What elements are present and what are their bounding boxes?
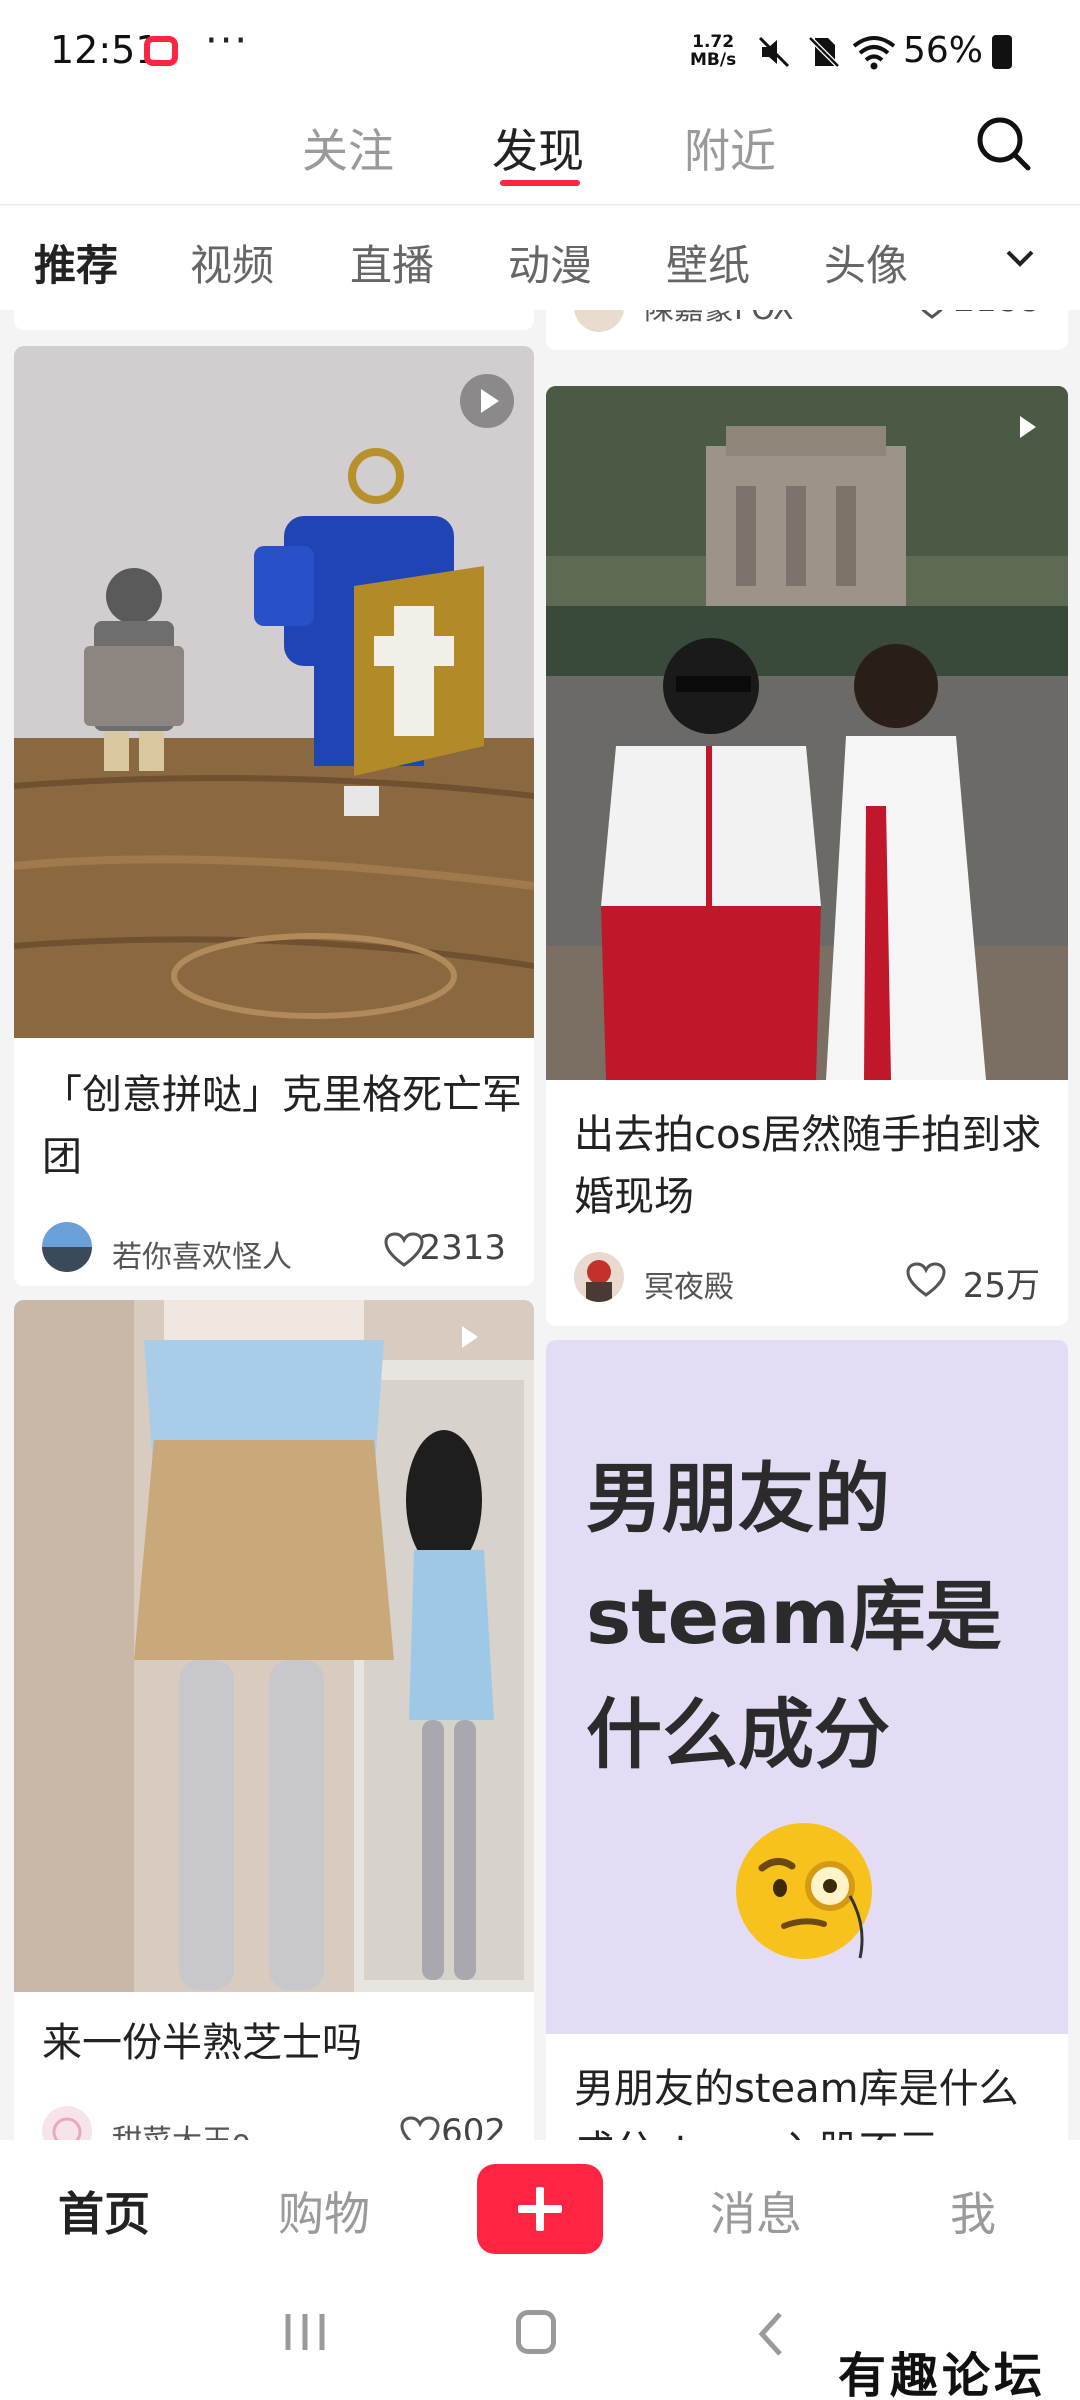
active-tab-indicator <box>500 180 580 186</box>
network-speed-value: 1.72 <box>692 32 735 52</box>
back-icon[interactable] <box>752 2310 792 2358</box>
lego-scene-image <box>14 346 534 1038</box>
cosplay-photo-image <box>546 386 1068 1080</box>
publish-plus-button[interactable] <box>477 2164 603 2254</box>
author-name: 若你喜欢怪人 <box>112 1240 292 1275</box>
monocle-emoji-icon <box>736 1823 872 1959</box>
cover-text: 男朋友的steam库是什么成分 <box>586 1454 1002 1779</box>
note-title[interactable]: 男朋友的steam库是什么成分steam入股不亏 <box>574 2058 1054 2140</box>
nav-messages[interactable]: 消息 <box>710 2178 802 2244</box>
card-meta: 陳嘉豪FOX 2188 <box>574 310 1040 340</box>
tab-nearby[interactable]: 附近 <box>684 115 776 181</box>
nav-me[interactable]: 我 <box>950 2178 996 2244</box>
note-card[interactable]: 来一份半熟芝士吗 甜菜大王o 602 <box>14 1300 534 2140</box>
author-name: 冥夜殿 <box>644 1270 734 1305</box>
home-icon[interactable] <box>516 2310 556 2354</box>
card-cover-image[interactable] <box>14 346 534 1038</box>
category-anime[interactable]: 动漫 <box>508 232 592 293</box>
chevron-down-icon[interactable] <box>1000 238 1040 278</box>
avatar[interactable] <box>574 310 624 332</box>
battery-icon <box>992 35 1012 69</box>
category-bar: 推荐 视频 直播 动漫 壁纸 头像 <box>0 206 1080 310</box>
mute-icon <box>758 36 790 68</box>
note-card[interactable]: 男朋友的steam库是什么成分 男朋友的steam库是什么成分steam入股不亏 <box>546 1340 1068 2140</box>
card-cover-image[interactable]: 男朋友的steam库是什么成分 <box>546 1340 1068 2034</box>
author-name: 陳嘉豪FOX <box>644 310 794 328</box>
heart-icon[interactable] <box>912 310 952 320</box>
nav-shop[interactable]: 购物 <box>278 2178 370 2244</box>
network-speed: 1.72 MB/s <box>690 33 736 69</box>
status-bar: 12:51 ··· 1.72 MB/s 56% <box>0 0 1080 100</box>
video-indicator-icon <box>450 1318 490 1358</box>
card-meta: 冥夜殿 25万 <box>574 1252 1040 1306</box>
author-name: 甜菜大王o <box>112 2116 250 2140</box>
avatar[interactable] <box>574 1252 624 1302</box>
note-title[interactable]: 来一份半熟芝士吗 <box>42 2012 522 2074</box>
like-count: 2188 <box>953 310 1040 320</box>
tab-discover[interactable]: 发现 <box>492 115 584 181</box>
partial-card-left[interactable] <box>14 310 534 330</box>
feed: 陳嘉豪FOX 2188 <box>0 310 1080 2140</box>
screen: 12:51 ··· 1.72 MB/s 56% 关注 发现 附近 推荐 视频 直… <box>0 0 1080 2400</box>
category-recommend[interactable]: 推荐 <box>34 232 118 293</box>
heart-icon[interactable] <box>384 1232 424 1268</box>
tab-follow[interactable]: 关注 <box>302 115 394 181</box>
card-meta: 若你喜欢怪人 2313 <box>42 1222 506 1276</box>
battery-percent: 56% <box>903 30 984 71</box>
video-indicator-icon <box>1008 408 1048 448</box>
top-tab-bar: 关注 发现 附近 <box>0 100 1080 205</box>
recent-apps-icon[interactable] <box>282 2312 328 2352</box>
note-card[interactable]: 出去拍cos居然随手拍到求婚现场 冥夜殿 25万 <box>546 386 1068 1326</box>
like-count: 602 <box>441 2112 506 2140</box>
like-count: 25万 <box>962 1266 1040 1306</box>
avatar[interactable] <box>42 2106 92 2140</box>
search-icon[interactable] <box>972 112 1036 176</box>
note-title[interactable]: 出去拍cos居然随手拍到求婚现场 <box>574 1104 1054 1228</box>
bottom-nav: 首页 购物 消息 我 <box>0 2140 1080 2272</box>
category-video[interactable]: 视频 <box>190 232 274 293</box>
avatar[interactable] <box>42 1222 92 1272</box>
category-live[interactable]: 直播 <box>350 232 434 293</box>
note-title[interactable]: 「创意拼哒」克里格死亡军团 <box>42 1064 522 1188</box>
video-indicator-icon <box>460 374 514 428</box>
like-count: 2313 <box>419 1228 506 1268</box>
wifi-icon <box>852 36 896 70</box>
heart-icon[interactable] <box>400 2116 440 2140</box>
card-cover-image[interactable] <box>546 386 1068 1080</box>
category-wallpaper[interactable]: 壁纸 <box>666 232 750 293</box>
note-card[interactable]: 「创意拼哒」克里格死亡军团 若你喜欢怪人 2313 <box>14 346 534 1286</box>
partial-card-right[interactable]: 陳嘉豪FOX 2188 <box>546 310 1068 350</box>
card-cover-image[interactable] <box>14 1300 534 1992</box>
network-speed-unit: MB/s <box>690 50 737 70</box>
forum-watermark: 有趣论坛 <box>838 2348 1047 2400</box>
outfit-photo-image <box>14 1300 534 1992</box>
heart-icon[interactable] <box>906 1262 946 1298</box>
no-sim-icon <box>808 36 840 68</box>
nav-home[interactable]: 首页 <box>58 2178 150 2244</box>
category-avatar[interactable]: 头像 <box>824 232 908 293</box>
app-notification-icon <box>144 36 178 66</box>
card-meta: 甜菜大王o 602 <box>42 2106 506 2140</box>
more-notifications-icon: ··· <box>205 18 250 64</box>
